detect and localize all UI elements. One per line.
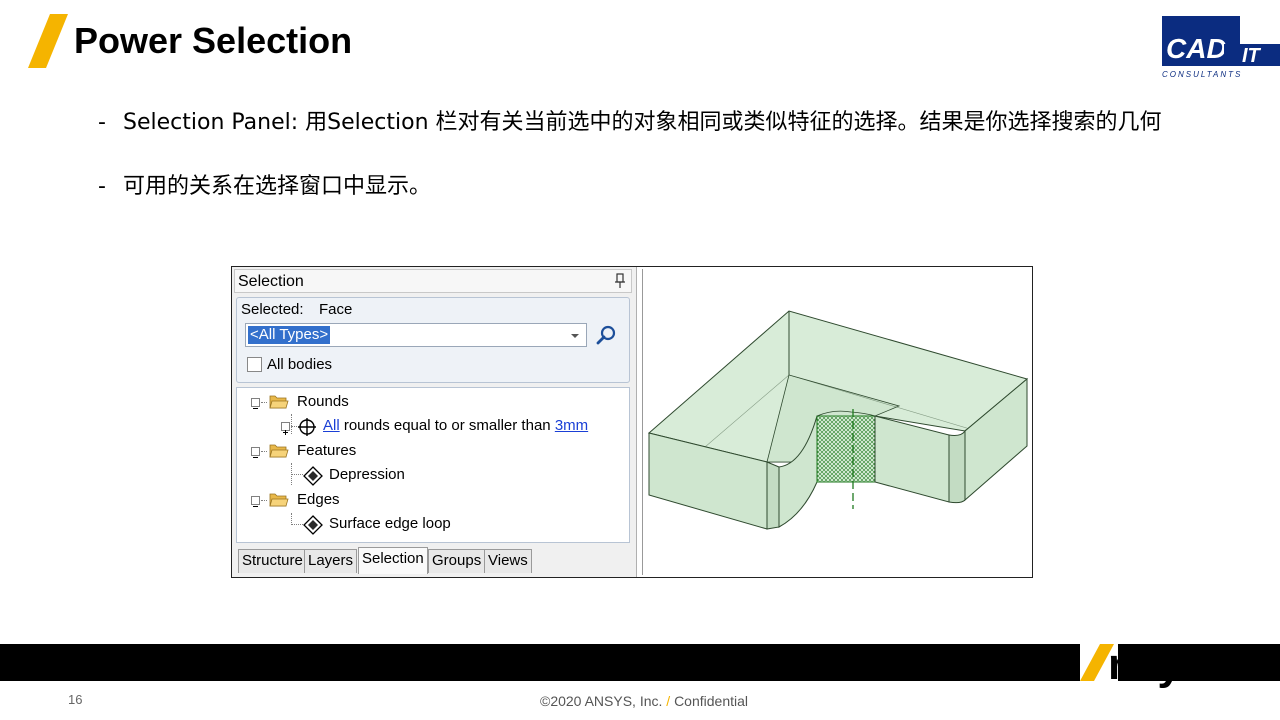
type-filter-dropdown[interactable]: <All Types> (245, 323, 587, 347)
collapse-toggle[interactable] (251, 398, 260, 409)
tree-node-label: Rounds (297, 393, 349, 410)
cad-it-logo: CAD IT CONSULTANTS (1160, 14, 1280, 80)
slide-title: Power Selection (74, 20, 353, 61)
selected-label: Selected: (241, 301, 304, 318)
ansys-logo: nsys (1108, 640, 1205, 689)
tree-item-label: Surface edge loop (329, 515, 451, 532)
folder-icon (269, 395, 289, 409)
panel-tab-bar: Structure Layers Selection Groups Views (234, 545, 634, 575)
tree-node-features[interactable]: Features (249, 441, 619, 463)
bullet-dash: - (98, 174, 106, 199)
model-viewport[interactable] (642, 269, 1033, 575)
panel-header: Selection (234, 269, 632, 293)
tab-groups[interactable]: Groups (428, 549, 486, 573)
page-number: 16 (68, 692, 83, 707)
rounds-rule-text: All rounds equal to or smaller than 3mm (323, 417, 588, 434)
all-bodies-label: All bodies (267, 356, 333, 373)
chevron-down-icon[interactable] (570, 332, 580, 340)
all-bodies-checkbox[interactable] (247, 357, 262, 372)
tab-structure[interactable]: Structure (238, 549, 307, 573)
size-link[interactable]: 3mm (555, 417, 588, 434)
selected-value: Face (319, 301, 353, 318)
selection-tree: Rounds All rounds equal to or smaller th… (236, 387, 630, 543)
tab-layers[interactable]: Layers (304, 549, 358, 573)
tab-selection[interactable]: Selection (358, 547, 428, 574)
search-icon[interactable] (595, 324, 617, 346)
tree-node-label: Features (297, 442, 357, 459)
title-accent-slash-icon (28, 14, 68, 68)
selection-filter-box: Selected: Face <All Types> All bodies (236, 297, 630, 383)
all-link[interactable]: All (323, 417, 340, 434)
footer-separator: / (666, 693, 671, 709)
selection-panel: Selection Selected: Face <All Types> All (232, 267, 637, 577)
copyright-text: ©2020 ANSYS, Inc. (540, 693, 663, 709)
tree-node-label: Edges (297, 491, 340, 508)
rounds-rule-description: rounds equal to or smaller than (343, 417, 551, 434)
bullet-text: Selection Panel: 用Selection 栏对有关当前选中的对象相… (123, 110, 1162, 135)
tab-views[interactable]: Views (484, 549, 532, 573)
type-filter-value: <All Types> (248, 326, 331, 344)
tree-item-label: Depression (329, 466, 405, 483)
pin-icon[interactable] (613, 273, 627, 289)
embedded-screenshot: Selection Selected: Face <All Types> All (231, 266, 1033, 578)
tree-connector (261, 451, 267, 452)
collapse-toggle[interactable] (251, 447, 260, 458)
confidential-text: Confidential (674, 693, 748, 709)
tree-node-edges[interactable]: Edges (249, 490, 619, 512)
collapse-toggle[interactable] (251, 496, 260, 507)
panel-title: Selection (238, 273, 304, 290)
bullet-dash: - (98, 110, 106, 135)
logo-sub-text: CONSULTANTS (1162, 70, 1242, 79)
tree-connector (261, 500, 267, 501)
tree-item-rounds-rule[interactable]: All rounds equal to or smaller than 3mm (279, 416, 629, 438)
diamond-icon (303, 515, 323, 535)
tree-item-surface-edge-loop[interactable]: Surface edge loop (303, 514, 623, 536)
logo-main-text: CAD (1166, 33, 1227, 64)
expand-toggle[interactable] (281, 422, 290, 435)
footer-copyright: ©2020 ANSYS, Inc. / Confidential (540, 693, 748, 709)
bullet-text: 可用的关系在选择窗口中显示。 (123, 174, 432, 199)
folder-icon (269, 444, 289, 458)
logo-suffix-text: IT (1242, 45, 1262, 67)
tree-connector (261, 402, 267, 403)
tree-connector (291, 474, 303, 475)
diamond-icon (303, 466, 323, 486)
tree-node-rounds[interactable]: Rounds (249, 392, 619, 414)
tree-connector (291, 524, 303, 525)
tree-item-depression[interactable]: Depression (303, 465, 623, 487)
folder-icon (269, 493, 289, 507)
l-bracket-model[interactable] (643, 269, 1033, 575)
crosshair-icon (298, 418, 316, 436)
